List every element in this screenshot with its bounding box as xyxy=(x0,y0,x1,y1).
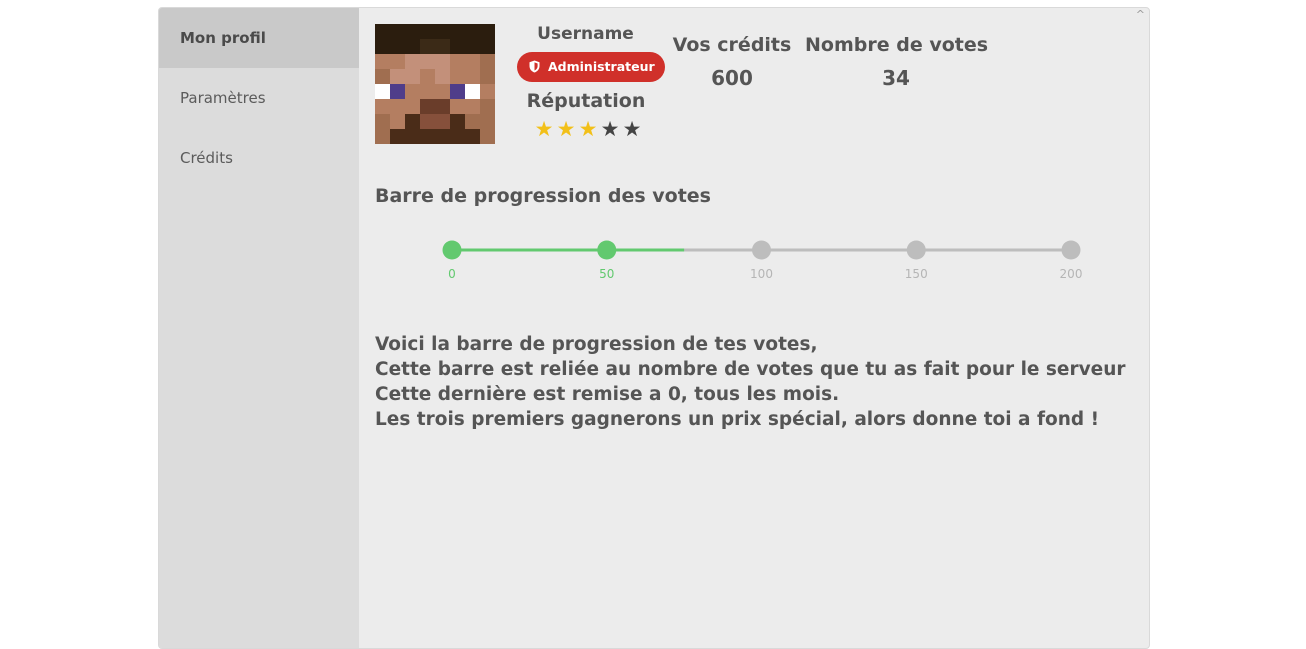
star-empty-icon: ★ xyxy=(600,117,620,141)
credits-stat: Vos crédits 600 xyxy=(671,34,793,90)
avatar xyxy=(375,24,495,144)
votes-value: 34 xyxy=(882,66,910,90)
progress-title: Barre de progression des votes xyxy=(375,185,711,207)
sidebar: Mon profil Paramètres Crédits xyxy=(159,8,359,648)
credits-label: Vos crédits xyxy=(672,34,792,56)
progress-milestone-label: 100 xyxy=(750,267,773,281)
description-line: Cette barre est reliée au nombre de vote… xyxy=(375,359,1126,380)
star-empty-icon: ★ xyxy=(622,117,642,141)
vote-progress-bar: 0 50 100 150 200 xyxy=(442,240,1083,281)
votes-label: Nombre de votes xyxy=(805,34,989,56)
profile-main: Username Administrateur Réputation ★ ★ ★ ★ ★… xyxy=(359,8,1149,648)
progress-milestone xyxy=(1061,240,1081,260)
progress-milestone xyxy=(442,240,462,260)
reputation-label: Réputation xyxy=(526,90,646,112)
progress-milestone-label: 50 xyxy=(599,267,614,281)
star-filled-icon: ★ xyxy=(534,117,554,141)
progress-milestone xyxy=(752,240,771,260)
description-line: Les trois premiers gagnerons un prix spé… xyxy=(375,409,1100,430)
description: Voici la barre de progression de tes vot… xyxy=(375,332,1126,432)
credits-value: 600 xyxy=(711,66,753,90)
description-line: Cette dernière est remise a 0, tous les … xyxy=(375,384,840,405)
sidebar-item-mon-profil[interactable]: Mon profil xyxy=(159,8,359,68)
description-line: Voici la barre de progression de tes vot… xyxy=(375,334,818,355)
progress-milestone-label: 0 xyxy=(448,267,456,281)
progress-milestone xyxy=(597,240,617,260)
star-filled-icon: ★ xyxy=(578,117,598,141)
progress-milestone xyxy=(906,240,926,260)
reputation-stars: ★ ★ ★ ★ ★ xyxy=(519,118,657,140)
user-info: Username Administrateur Réputation ★ ★ ★ ★ ★ xyxy=(517,24,665,140)
progress-milestone-label: 150 xyxy=(905,267,928,281)
sidebar-item-parametres[interactable]: Paramètres xyxy=(159,68,359,128)
shield-icon xyxy=(529,54,540,84)
star-filled-icon: ★ xyxy=(556,117,576,141)
progress-milestone-label: 200 xyxy=(1060,267,1083,281)
role-badge: Administrateur xyxy=(517,52,665,82)
role-badge-label: Administrateur xyxy=(548,59,655,74)
profile-panel: Mon profil Paramètres Crédits ^ Username… xyxy=(158,7,1150,649)
username: Username xyxy=(537,24,634,44)
votes-stat: Nombre de votes 34 xyxy=(805,34,989,90)
sidebar-item-credits[interactable]: Crédits xyxy=(159,128,359,188)
